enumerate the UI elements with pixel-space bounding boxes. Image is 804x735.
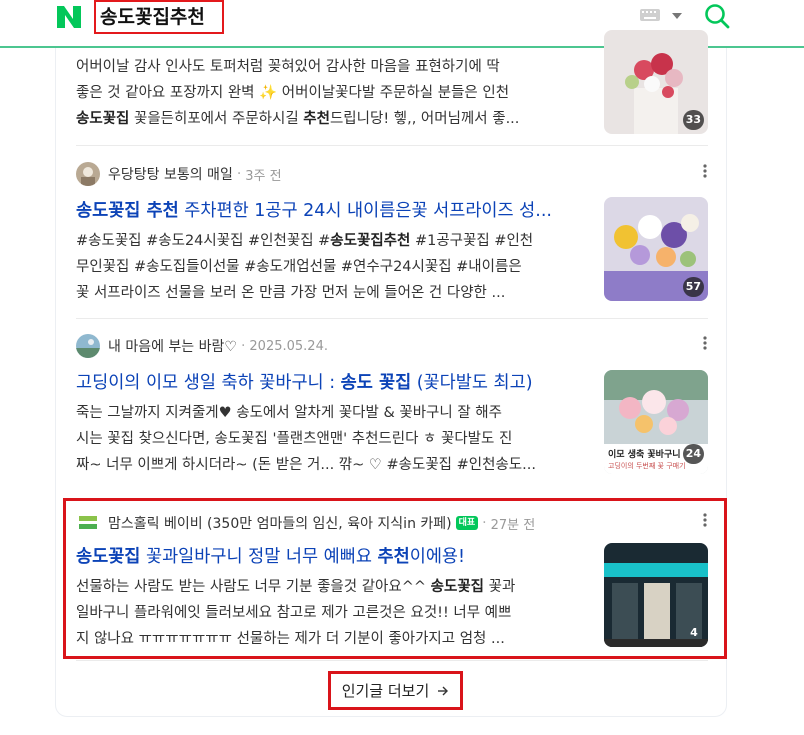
post-thumbnail[interactable]: 이모 생축 꽃바구니 고딩이의 두번째 꽃 구매기 24 bbox=[604, 370, 708, 474]
text-segment: 드립니당! 헿,, 어머님께서 좋... bbox=[329, 111, 520, 127]
post-profile: 내 마음에 부는 바람♡ · 2025.05.24. bbox=[76, 333, 708, 359]
image-count-badge: 24 bbox=[682, 444, 704, 464]
divider bbox=[76, 660, 708, 661]
list-item[interactable]: 어버이날 감사 인사도 토퍼처럼 꽂혀있어 감사한 마음을 표현하기에 딱좋은 … bbox=[76, 30, 708, 134]
post-title-link[interactable]: 고딩이의 이모 생일 축하 꽃바구니 : 송도 꽃집 (꽃다발도 최고) bbox=[76, 371, 586, 395]
text-segment: 꽃을든히포에서 주문하시길 bbox=[129, 111, 304, 127]
highlighted-keyword: 추천 bbox=[303, 111, 330, 127]
text-segment: 짜~ 너무 이쁘게 하시더라~ (돈 받은 거... 꺆~ ♡ #송도꽃집 #인… bbox=[76, 457, 536, 473]
text-segment: 꽃 서프라이즈 선물을 보러 온 만큼 가장 먼저 눈에 들어온 건 다양한 .… bbox=[76, 285, 506, 301]
more-popular-posts-button[interactable]: 인기글 더보기 bbox=[328, 671, 463, 710]
list-item[interactable]: 내 마음에 부는 바람♡ · 2025.05.24. 고딩이의 이모 생일 축하… bbox=[76, 333, 708, 474]
text-segment: #1공구꽃집 #인천 bbox=[410, 233, 534, 249]
divider bbox=[76, 318, 708, 319]
search-input[interactable]: 송도꽃집추천 bbox=[94, 0, 224, 34]
post-title-link[interactable]: 송도꽃집 추천 주차편한 1공구 24시 내이름은꽃 서프라이즈 성... bbox=[76, 199, 586, 223]
text-segment: (꽃다발도 최고) bbox=[411, 373, 533, 393]
desc-line: #송도꽃집 #송도24시꽃집 #인천꽃집 #송도꽃집추천 #1공구꽃집 #인천 bbox=[76, 228, 588, 254]
more-button-label: 인기글 더보기 bbox=[341, 682, 430, 700]
post-date: 2025.05.24. bbox=[249, 338, 328, 354]
post-date: 3주 전 bbox=[245, 168, 282, 184]
thumb-subcaption: 고딩이의 두번째 꽃 구매기 bbox=[608, 462, 686, 470]
separator-dot: · bbox=[240, 338, 246, 354]
post-desc: 죽는 그날까지 지켜줄게♥ 송도에서 알차게 꽃다발 & 꽃바구니 잘 해주시는… bbox=[76, 400, 588, 478]
highlighted-keyword: 송도꽃집 bbox=[76, 111, 130, 127]
text-segment: 무인꽃집 #송도집들이선물 #송도개업선물 #연수구24시꽃집 #내이름은 bbox=[76, 259, 522, 275]
post-thumbnail[interactable]: 57 bbox=[604, 197, 708, 301]
desc-line: 죽는 그날까지 지켜줄게♥ 송도에서 알차게 꽃다발 & 꽃바구니 잘 해주 bbox=[76, 400, 588, 426]
image-count-badge: 33 bbox=[682, 110, 704, 130]
separator-dot: · bbox=[236, 166, 242, 182]
chevron-down-icon[interactable] bbox=[672, 13, 682, 19]
list-item[interactable]: 우당탕탕 보통의 매일 · 3주 전 송도꽃집 추천 주차편한 1공구 24시 … bbox=[76, 161, 708, 301]
keyboard-icon[interactable] bbox=[640, 9, 660, 21]
desc-line: 시는 꽃집 찾으신다면, 송도꽃집 '플랜츠앤맨' 추천드린다 ㅎ 꽃다발도 진 bbox=[76, 426, 588, 452]
desc-line: 꽃 서프라이즈 선물을 보러 온 만큼 가장 먼저 눈에 들어온 건 다양한 .… bbox=[76, 280, 588, 306]
post-profile: 우당탕탕 보통의 매일 · 3주 전 bbox=[76, 161, 708, 187]
highlighted-keyword: 송도꽃집 추천 bbox=[76, 201, 179, 221]
avatar[interactable] bbox=[76, 334, 100, 358]
post-desc: 어버이날 감사 인사도 토퍼처럼 꽂혀있어 감사한 마음을 표현하기에 딱좋은 … bbox=[76, 54, 588, 132]
post-thumbnail[interactable]: 33 bbox=[604, 30, 708, 134]
desc-line: 짜~ 너무 이쁘게 하시더라~ (돈 받은 거... 꺆~ ♡ #송도꽃집 #인… bbox=[76, 452, 588, 478]
text-segment: #송도꽃집 #송도24시꽃집 #인천꽃집 # bbox=[76, 233, 331, 249]
text-segment: 죽는 그날까지 지켜줄게♥ 송도에서 알차게 꽃다발 & 꽃바구니 잘 해주 bbox=[76, 405, 502, 421]
desc-line: 송도꽃집 꽃을든히포에서 주문하시길 추천드립니당! 헿,, 어머님께서 좋..… bbox=[76, 106, 588, 132]
desc-line: 무인꽃집 #송도집들이선물 #송도개업선물 #연수구24시꽃집 #내이름은 bbox=[76, 254, 588, 280]
desc-line: 좋은 것 같아요 포장까지 완벽 ✨ 어버이날꽃다발 주문하실 분들은 인천 bbox=[76, 80, 588, 106]
highlight-box bbox=[63, 498, 727, 659]
post-desc: #송도꽃집 #송도24시꽃집 #인천꽃집 #송도꽃집추천 #1공구꽃집 #인천무… bbox=[76, 228, 588, 306]
author-name[interactable]: 내 마음에 부는 바람♡ bbox=[108, 336, 237, 356]
text-segment: 주차편한 1공구 24시 내이름은꽃 서프라이즈 성... bbox=[178, 201, 552, 221]
more-options-icon[interactable] bbox=[702, 163, 708, 179]
divider bbox=[76, 145, 708, 146]
highlighted-keyword: 송도 꽃집 bbox=[340, 373, 412, 393]
text-segment: 좋은 것 같아요 포장까지 완벽 ✨ 어버이날꽃다발 주문하실 분들은 인천 bbox=[76, 85, 510, 101]
text-segment: 어버이날 감사 인사도 토퍼처럼 꽂혀있어 감사한 마음을 표현하기에 딱 bbox=[76, 59, 500, 75]
arrow-right-icon bbox=[438, 686, 449, 695]
text-segment: 시는 꽃집 찾으신다면, 송도꽃집 '플랜츠앤맨' 추천드린다 ㅎ 꽃다발도 진 bbox=[76, 431, 513, 447]
thumb-caption: 이모 생축 꽃바구니 bbox=[608, 450, 681, 460]
image-count-badge: 57 bbox=[682, 277, 704, 297]
desc-line: 어버이날 감사 인사도 토퍼처럼 꽂혀있어 감사한 마음을 표현하기에 딱 bbox=[76, 54, 588, 80]
more-options-icon[interactable] bbox=[702, 335, 708, 351]
text-segment: 고딩이의 이모 생일 축하 꽃바구니 : bbox=[76, 373, 341, 393]
search-icon[interactable] bbox=[704, 3, 730, 29]
naver-logo-icon[interactable] bbox=[56, 4, 82, 30]
author-name[interactable]: 우당탕탕 보통의 매일 bbox=[108, 164, 233, 184]
avatar[interactable] bbox=[76, 162, 100, 186]
highlighted-keyword: 송도꽃집추천 bbox=[330, 233, 411, 249]
